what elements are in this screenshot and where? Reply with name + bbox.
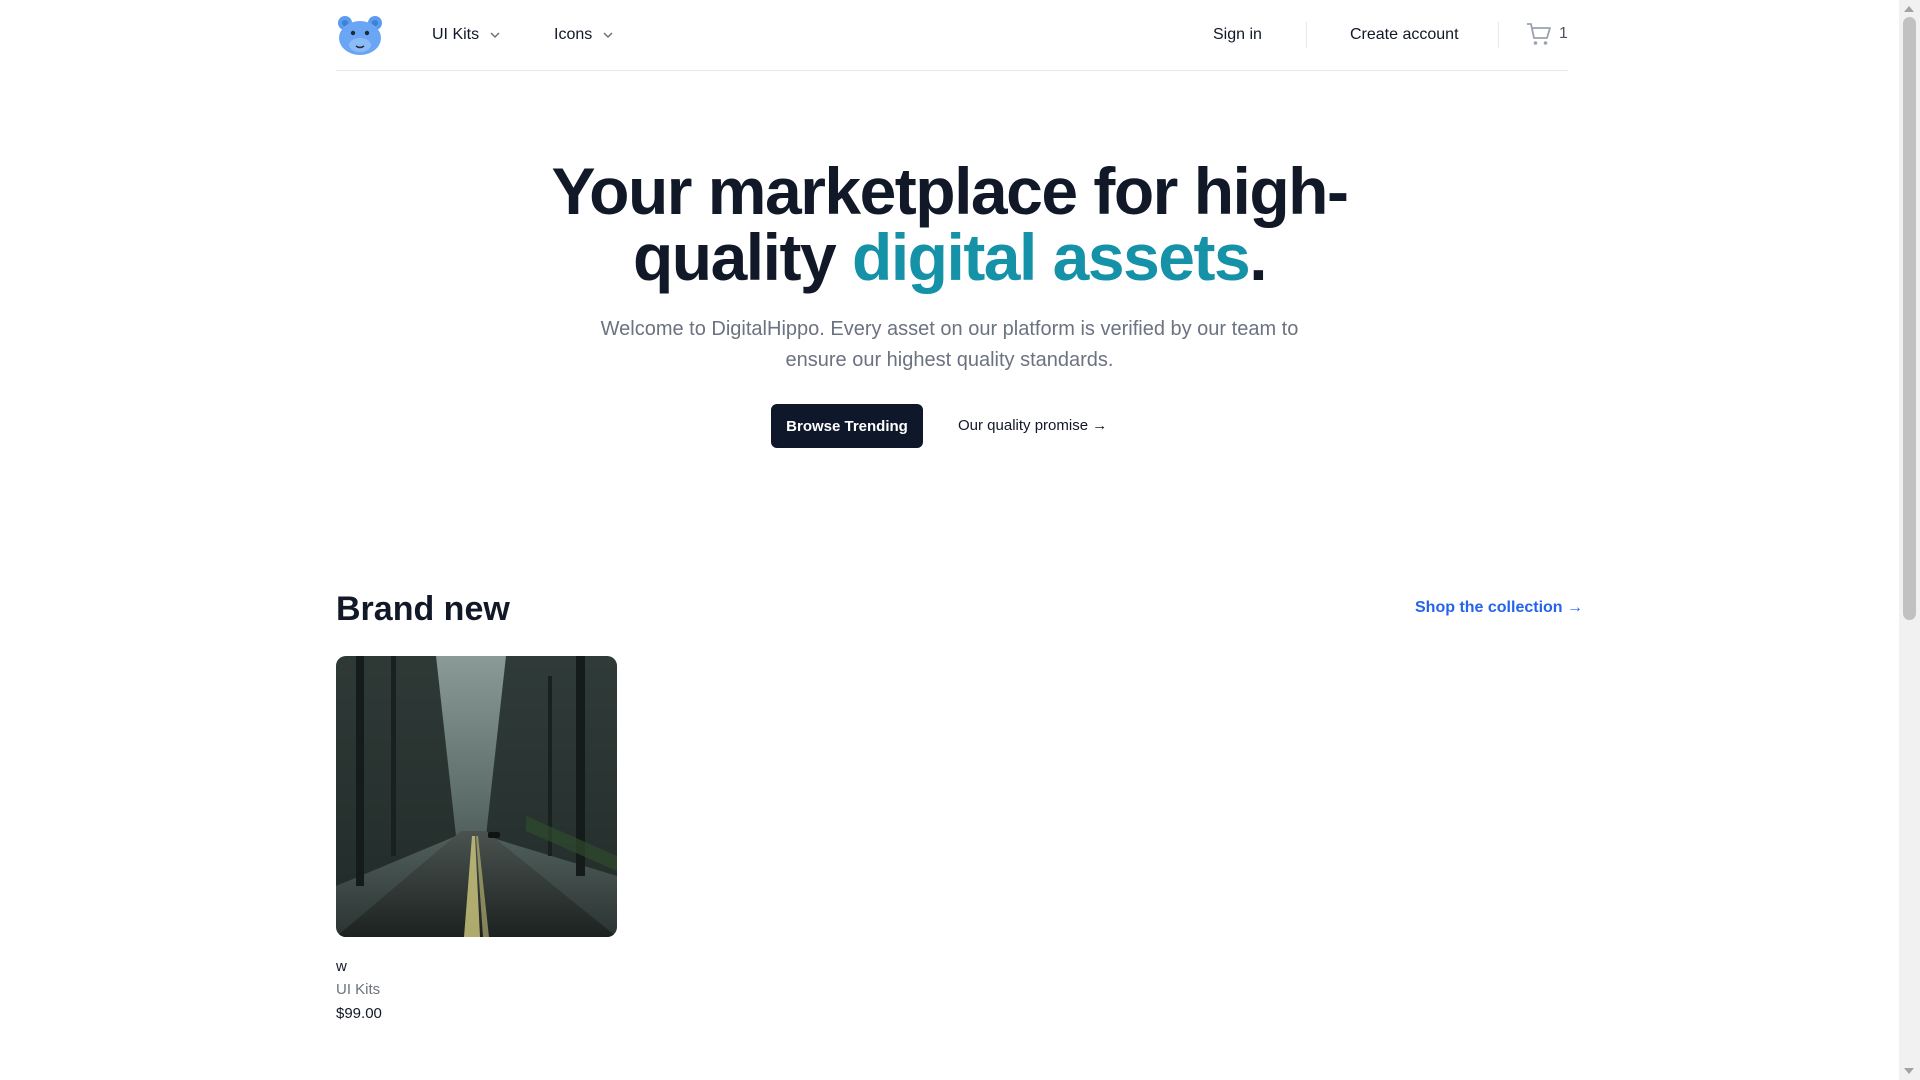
product-card[interactable]: w UI Kits $99.00 bbox=[336, 656, 617, 1022]
hero-title-accent: digital assets bbox=[852, 220, 1251, 294]
chevron-down-icon bbox=[490, 32, 500, 39]
site-header: UI Kits Icons Sign in Create account 1 bbox=[336, 0, 1568, 71]
hero-section: Your marketplace for high-quality digita… bbox=[0, 158, 1899, 448]
hippo-logo-icon[interactable] bbox=[336, 13, 384, 57]
cart-button[interactable]: 1 bbox=[1525, 20, 1568, 48]
nav-ui-kits-label: UI Kits bbox=[432, 26, 480, 43]
hero-title-period: . bbox=[1249, 220, 1267, 294]
scroll-down-arrow-icon[interactable] bbox=[1904, 1068, 1914, 1074]
vertical-scrollbar[interactable] bbox=[1899, 0, 1920, 1080]
shop-collection-link[interactable]: Shop the collection → bbox=[1415, 599, 1583, 617]
hero-title: Your marketplace for high-quality digita… bbox=[500, 158, 1400, 290]
browse-trending-button[interactable]: Browse Trending bbox=[771, 404, 923, 448]
hero-actions: Browse Trending Our quality promise → bbox=[0, 404, 1899, 448]
hero-subtitle: Welcome to DigitalHippo. Every asset on … bbox=[600, 318, 1299, 371]
quality-promise-link[interactable]: Our quality promise → bbox=[946, 404, 1119, 448]
sign-in-link[interactable]: Sign in bbox=[1213, 22, 1262, 48]
product-price: $99.00 bbox=[336, 1005, 382, 1022]
product-image[interactable] bbox=[336, 656, 617, 937]
create-account-link[interactable]: Create account bbox=[1350, 22, 1459, 48]
nav-icons-label: Icons bbox=[554, 26, 593, 43]
shopping-cart-icon bbox=[1527, 23, 1551, 45]
page: UI Kits Icons Sign in Create account 1 Y… bbox=[0, 0, 1899, 1080]
nav-ui-kits[interactable]: UI Kits bbox=[432, 22, 501, 48]
product-category: UI Kits bbox=[336, 981, 381, 998]
scrollbar-thumb[interactable] bbox=[1903, 17, 1916, 620]
nav-icons[interactable]: Icons bbox=[554, 22, 614, 48]
cart-count: 1 bbox=[1559, 25, 1568, 42]
header-divider bbox=[1306, 22, 1307, 48]
scroll-up-arrow-icon[interactable] bbox=[1904, 6, 1914, 12]
brand-new-title: Brand new bbox=[336, 590, 510, 628]
header-divider bbox=[1498, 22, 1499, 48]
product-name[interactable]: w bbox=[336, 958, 617, 975]
chevron-down-icon bbox=[603, 32, 613, 39]
